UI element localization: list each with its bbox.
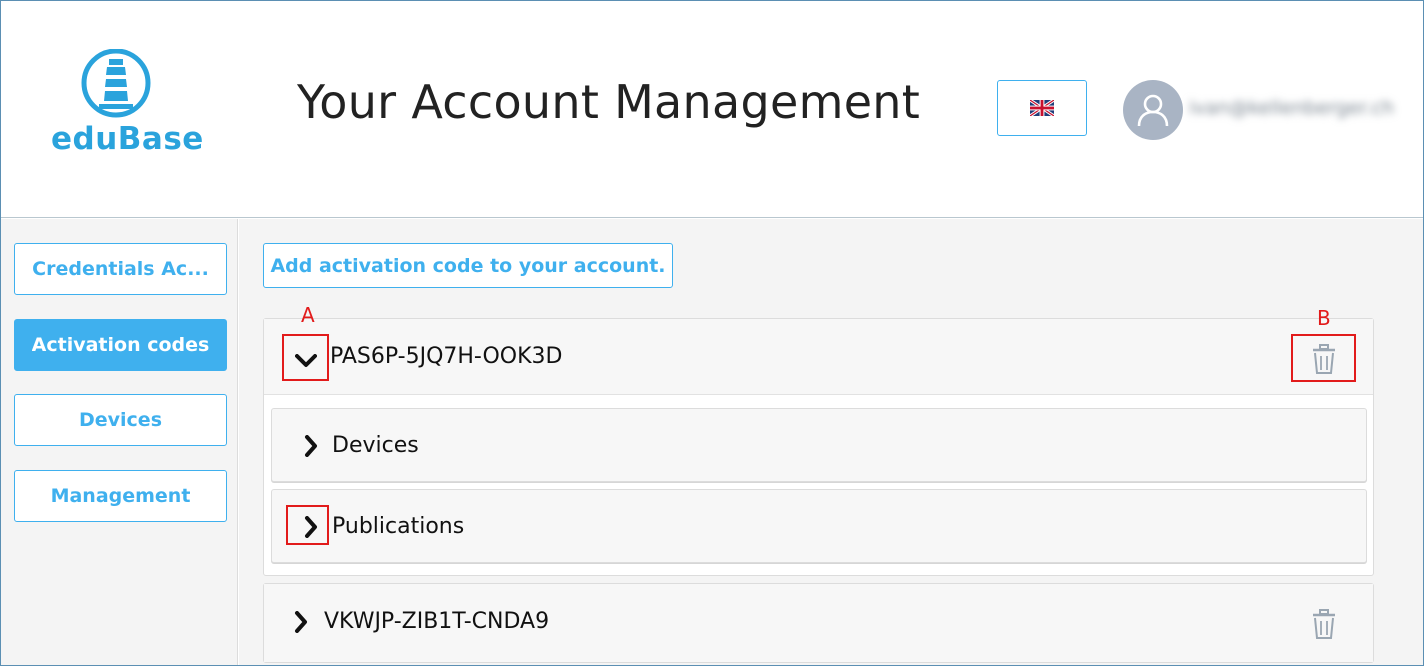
lighthouse-logo-icon <box>81 49 151 118</box>
activation-code-card: PAS6P-5JQ7H-OOK3D Devices Publications <box>263 318 1374 576</box>
devices-section-label: Devices <box>332 433 419 458</box>
annotation-label-b: B <box>1317 306 1331 330</box>
chevron-right-icon <box>295 611 307 633</box>
expand-toggle-button[interactable] <box>284 604 318 640</box>
annotation-label-a: A <box>301 303 315 327</box>
header: eduBase Your Account Management ivan@kel… <box>1 1 1423 218</box>
activation-code-header[interactable]: PAS6P-5JQ7H-OOK3D <box>264 319 1373 395</box>
app-window: eduBase Your Account Management ivan@kel… <box>0 0 1424 666</box>
nav-management-label: Management <box>50 485 191 507</box>
nav-devices-label: Devices <box>78 409 162 431</box>
activation-code-text: PAS6P-5JQ7H-OOK3D <box>330 344 563 369</box>
nav-activation-codes-label: Activation codes <box>31 334 210 356</box>
user-avatar[interactable] <box>1123 80 1183 140</box>
annotation-box-b <box>1291 334 1356 382</box>
annotation-box-a <box>282 334 329 381</box>
edubase-logo[interactable]: eduBase <box>51 49 204 159</box>
trash-icon <box>1313 609 1335 639</box>
delete-code-button[interactable] <box>1294 602 1354 646</box>
logo-text: eduBase <box>51 121 204 157</box>
uk-flag-icon <box>1030 100 1054 116</box>
activation-code-card: VKWJP-ZIB1T-CNDA9 <box>263 583 1374 663</box>
nav-credentials-label: Credentials Ac... <box>32 258 209 280</box>
language-button[interactable] <box>997 80 1087 136</box>
devices-section[interactable]: Devices <box>271 408 1367 482</box>
add-activation-code-button[interactable]: Add activation code to your account. <box>263 243 673 288</box>
nav-devices-button[interactable]: Devices <box>14 394 227 446</box>
publications-section[interactable]: Publications <box>271 489 1367 563</box>
page-title: Your Account Management <box>297 75 921 129</box>
nav-management-button[interactable]: Management <box>14 470 227 522</box>
annotation-box-publications <box>286 505 329 545</box>
activation-code-header[interactable]: VKWJP-ZIB1T-CNDA9 <box>264 584 1373 662</box>
nav-activation-codes-button[interactable]: Activation codes <box>14 319 227 371</box>
nav-credentials-button[interactable]: Credentials Ac... <box>14 243 227 295</box>
devices-expand-button[interactable] <box>294 431 328 461</box>
user-icon <box>1137 94 1169 127</box>
user-email[interactable]: ivan@kellenberger.ch <box>1189 97 1394 119</box>
publications-section-label: Publications <box>332 514 465 539</box>
sidebar: Credentials Ac... Activation codes Devic… <box>1 219 238 665</box>
main-content: Add activation code to your account. PAS… <box>239 219 1423 665</box>
activation-code-text: VKWJP-ZIB1T-CNDA9 <box>324 609 550 634</box>
chevron-right-icon <box>305 435 317 457</box>
